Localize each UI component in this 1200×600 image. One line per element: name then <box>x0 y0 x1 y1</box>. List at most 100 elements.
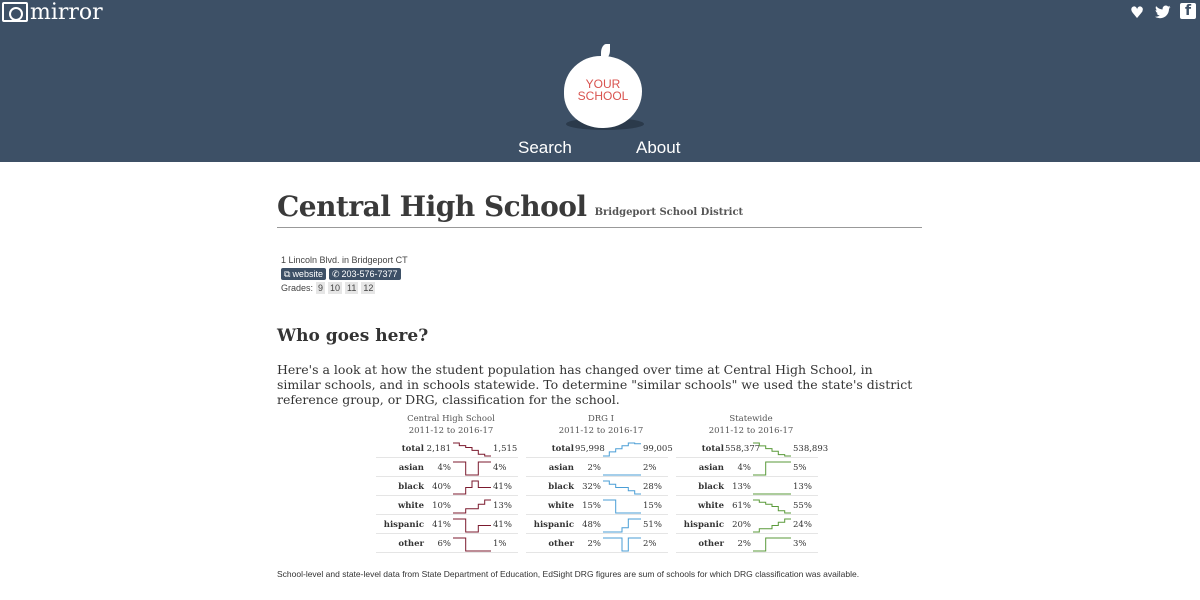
end-value: 1% <box>493 539 507 549</box>
sparkline-path <box>453 537 491 552</box>
end-value: 15% <box>643 501 662 511</box>
sparkline <box>453 442 491 457</box>
row-label: total <box>701 444 724 454</box>
grades-row: Grades: 9 10 11 12 <box>281 281 408 295</box>
address: 1 Lincoln Blvd. in Bridgeport CT <box>281 255 408 265</box>
end-value: 41% <box>493 482 512 492</box>
row-label: asian <box>548 463 574 473</box>
start-value: 15% <box>582 501 601 511</box>
phone-link[interactable]: ✆ 203-576-7377 <box>328 268 401 280</box>
panel-title: Statewide <box>729 414 773 424</box>
school-info: 1 Lincoln Blvd. in Bridgeport CT ⧉ websi… <box>281 253 408 295</box>
end-value: 13% <box>493 501 512 511</box>
sparkline <box>753 499 791 514</box>
sparkline-path <box>453 518 491 533</box>
row-label: hispanic <box>683 520 724 530</box>
twitter-icon[interactable] <box>1154 3 1172 21</box>
heart-icon[interactable]: ♥ <box>1128 3 1146 22</box>
demographics-charts: Central High School 2011-12 to 2016-17 tot… <box>376 413 829 558</box>
end-value: 538,893 <box>793 444 829 454</box>
row-label: other <box>548 539 574 549</box>
sparkline-path <box>753 499 791 514</box>
brand-logo[interactable]: mirror <box>2 0 103 25</box>
sparkline-path <box>453 461 491 476</box>
row-label: other <box>698 539 724 549</box>
start-value: 4% <box>737 463 752 473</box>
sparkline <box>453 461 491 476</box>
start-value: 13% <box>732 482 751 492</box>
row-label: hispanic <box>383 520 424 530</box>
phone-icon: ✆ <box>331 269 340 279</box>
sparkline-path <box>753 461 791 476</box>
sparkline-path <box>753 442 791 457</box>
panel-subtitle: 2011-12 to 2016-17 <box>558 426 644 436</box>
sparkline-path <box>453 499 491 514</box>
nav-about[interactable]: About <box>636 138 680 158</box>
sparkline <box>603 499 641 514</box>
end-value: 4% <box>493 463 507 473</box>
mirror-logo-icon <box>2 2 28 22</box>
end-value: 5% <box>793 463 807 473</box>
end-value: 13% <box>793 482 812 492</box>
your-school-logo[interactable]: YOUR SCHOOL <box>560 40 650 132</box>
sparkline-path <box>603 537 641 552</box>
contact-row: ⧉ website ✆ 203-576-7377 <box>281 267 408 281</box>
brand-name: mirror <box>30 0 103 25</box>
main-content: Central High School Bridgeport School Di… <box>277 190 922 407</box>
sparkline-path <box>753 518 791 533</box>
end-value: 2% <box>643 463 657 473</box>
section-heading: Who goes here? <box>277 326 429 346</box>
row-label: black <box>398 482 424 492</box>
sparkline-path <box>603 480 641 495</box>
nav-search[interactable]: Search <box>518 138 572 158</box>
start-value: 20% <box>732 520 751 530</box>
phone-number: 203-576-7377 <box>341 269 398 279</box>
end-value: 51% <box>643 520 662 530</box>
panel-subtitle: 2011-12 to 2016-17 <box>408 426 494 436</box>
social-links: ♥ f <box>1128 3 1196 22</box>
sparkline <box>603 442 641 457</box>
panel-header: DRG I 2011-12 to 2016-17 <box>546 413 656 437</box>
row-label: other <box>398 539 424 549</box>
website-link[interactable]: ⧉ website <box>281 268 326 280</box>
main-nav: Search About <box>0 138 1200 160</box>
end-value: 2% <box>643 539 657 549</box>
row-label: white <box>397 501 424 511</box>
row-label: black <box>698 482 724 492</box>
end-value: 55% <box>793 501 812 511</box>
row-label: white <box>547 501 574 511</box>
sparkline <box>753 493 791 495</box>
panel-subtitle: 2011-12 to 2016-17 <box>708 426 794 436</box>
end-value: 1,515 <box>493 444 518 454</box>
start-value: 6% <box>437 539 452 549</box>
end-value: 24% <box>793 520 812 530</box>
end-value: 99,005 <box>643 444 673 454</box>
footnote: School-level and state-level data from S… <box>277 569 860 579</box>
end-value: 28% <box>643 482 662 492</box>
row-label: asian <box>398 463 424 473</box>
grade-badge: 11 <box>345 282 359 294</box>
start-value: 2,181 <box>426 444 451 454</box>
start-value: 2% <box>587 463 602 473</box>
facebook-icon[interactable]: f <box>1180 3 1196 19</box>
sparkline <box>603 474 641 476</box>
sparkline <box>453 480 491 495</box>
start-value: 40% <box>432 482 451 492</box>
sparkline-path <box>453 442 491 457</box>
row-label: asian <box>698 463 724 473</box>
sparkline <box>603 518 641 533</box>
sparkline <box>453 499 491 514</box>
start-value: 4% <box>437 463 452 473</box>
row-label: total <box>551 444 574 454</box>
start-value: 558,377 <box>725 444 761 454</box>
sparkline-path <box>453 480 491 495</box>
panel-header: Central High School 2011-12 to 2016-17 <box>396 413 506 437</box>
row-label: hispanic <box>533 520 574 530</box>
start-value: 2% <box>737 539 752 549</box>
panel-header: Statewide 2011-12 to 2016-17 <box>696 413 806 437</box>
site-header: mirror ♥ f YOUR SCHOOL Search About <box>0 0 1200 162</box>
grade-badge: 10 <box>328 282 343 294</box>
start-value: 48% <box>582 520 601 530</box>
sparkline <box>753 537 791 552</box>
sparkline <box>453 518 491 533</box>
